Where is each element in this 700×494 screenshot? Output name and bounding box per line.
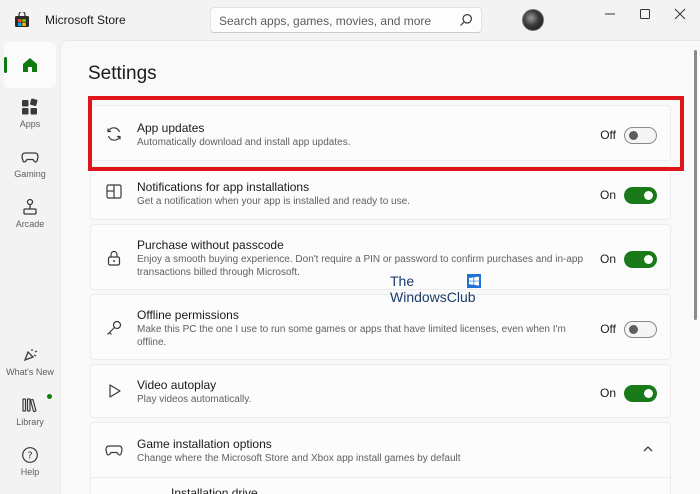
play-icon — [109, 384, 121, 398]
nav-label-gaming: Gaming — [14, 169, 46, 179]
video-autoplay-toggle[interactable] — [624, 385, 657, 402]
svg-text:?: ? — [27, 451, 32, 462]
toggle-knob — [644, 255, 653, 264]
lock-icon — [107, 250, 121, 266]
nav-apps[interactable]: Apps — [4, 92, 56, 138]
library-icon — [22, 398, 37, 413]
toggle-knob — [644, 389, 653, 398]
toggle-knob — [629, 325, 638, 334]
toggle-state-label: Off — [600, 322, 616, 336]
setting-description: Enjoy a smooth buying experience. Don't … — [137, 254, 584, 278]
toggle-knob — [644, 191, 653, 200]
maximize-icon[interactable] — [635, 6, 655, 22]
search-icon[interactable] — [459, 13, 473, 27]
setting-title: Offline permissions — [137, 308, 239, 322]
minimize-icon[interactable] — [600, 6, 620, 22]
setting-description: Play videos automatically. — [137, 394, 252, 405]
highlight-box — [88, 96, 684, 171]
nav-label-arcade: Arcade — [15, 219, 45, 229]
setting-description: Change where the Microsoft Store and Xbo… — [137, 453, 461, 464]
nav-gaming[interactable]: Gaming — [4, 142, 56, 188]
page-title: Settings — [88, 63, 157, 84]
scroll-thumb[interactable] — [694, 50, 697, 320]
active-indicator — [4, 57, 7, 73]
key-icon — [107, 320, 122, 335]
search-placeholder: Search apps, games, movies, and more — [219, 14, 432, 28]
whats-new-icon — [23, 349, 38, 362]
nav-home[interactable] — [4, 42, 56, 88]
setting-purchase-without-passcode: Purchase without passcode Enjoy a smooth… — [90, 224, 671, 290]
nav-library[interactable]: Library — [4, 390, 56, 436]
watermark-line2: WindowsClub — [390, 289, 476, 305]
setting-description: Make this PC the one I use to run some g… — [137, 324, 566, 348]
help-icon: ? — [22, 447, 38, 463]
scrollbar[interactable] — [694, 48, 697, 488]
app-title: Microsoft Store — [45, 13, 126, 27]
nav-label-library: Library — [16, 417, 44, 427]
setting-description: Get a notification when your app is inst… — [137, 196, 410, 207]
left-nav: Apps Gaming Arcade What's New Library ? … — [0, 40, 60, 494]
setting-video-autoplay: Video autoplay Play videos automatically… — [90, 364, 671, 418]
apps-icon — [22, 98, 38, 115]
setting-title: Purchase without passcode — [137, 238, 284, 252]
avatar[interactable] — [522, 9, 544, 31]
title-bar: Microsoft Store Search apps, games, movi… — [0, 0, 700, 40]
nav-arcade[interactable]: Arcade — [4, 192, 56, 238]
notification-icon — [106, 184, 122, 199]
setting-game-installation-options[interactable]: Game installation options Change where t… — [90, 422, 671, 494]
toggle-state-label: On — [599, 252, 616, 266]
divider — [91, 477, 670, 478]
nav-label-whats-new: What's New — [6, 367, 54, 377]
nav-label-help: Help — [20, 467, 40, 477]
toggle-state-label: On — [599, 386, 616, 400]
notifications-toggle[interactable] — [624, 187, 657, 204]
search-input[interactable]: Search apps, games, movies, and more — [210, 7, 482, 33]
nav-whats-new[interactable]: What's New — [4, 340, 56, 386]
nav-help[interactable]: ? Help — [4, 440, 56, 486]
home-icon — [23, 58, 37, 72]
setting-offline-permissions: Offline permissions Make this PC the one… — [90, 294, 671, 360]
purchase-passcode-toggle[interactable] — [624, 251, 657, 268]
offline-permissions-toggle[interactable] — [624, 321, 657, 338]
chevron-up-icon[interactable] — [642, 444, 654, 454]
setting-title: Notifications for app installations — [137, 180, 310, 194]
arcade-icon — [23, 198, 37, 215]
setting-title: Game installation options — [137, 437, 272, 451]
installation-drive-label: Installation drive — [171, 486, 258, 494]
microsoft-store-logo-icon — [15, 12, 29, 27]
setting-notifications: Notifications for app installations Get … — [90, 166, 671, 220]
watermark: The WindowsClub — [390, 273, 485, 307]
update-badge — [47, 394, 52, 399]
controller-icon — [105, 445, 123, 456]
windows-logo-icon — [467, 274, 481, 288]
close-icon[interactable] — [670, 6, 690, 22]
nav-label-apps: Apps — [19, 119, 41, 129]
toggle-state-label: On — [599, 188, 616, 202]
gaming-icon — [21, 152, 39, 163]
watermark-line1: The — [390, 273, 415, 289]
setting-title: Video autoplay — [137, 378, 217, 392]
